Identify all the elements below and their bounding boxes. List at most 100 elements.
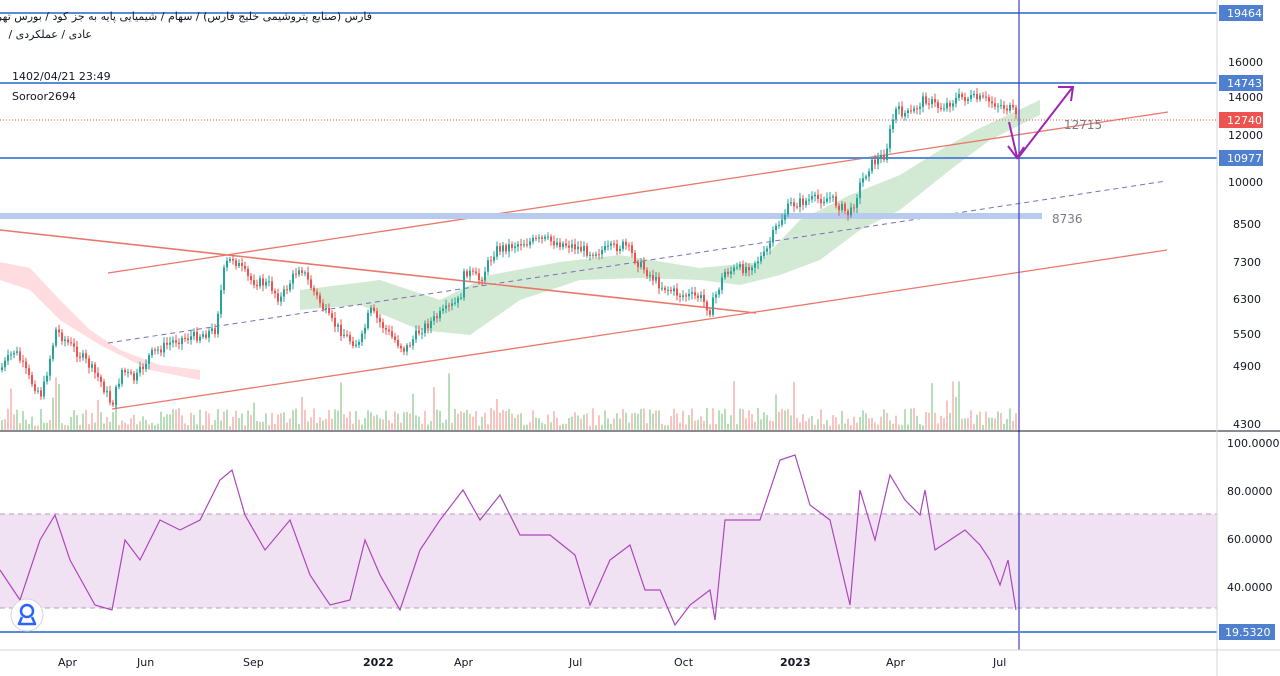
candle-body [427,323,429,329]
price-chart[interactable]: 12715 8736 16000 14000 12000 10000 8500 … [0,0,1280,676]
candle-body [103,381,105,393]
candle-body [829,197,831,199]
candle-body [253,280,255,285]
candle-body [49,358,51,376]
candle-body [58,329,60,333]
volume-bar [508,408,510,430]
candle-body [535,237,537,239]
volume-bar [136,424,138,430]
candle-body [703,295,705,302]
candle-body [760,256,762,262]
candle-body [436,316,438,319]
candle-body [673,288,675,292]
rsi-axis[interactable]: 100.0000 80.0000 60.0000 40.0000 [1227,437,1280,594]
volume-bar [295,408,297,430]
volume-bar [250,415,252,430]
candle-body [883,155,885,160]
volume-bar [55,377,57,430]
volume-bar [16,409,18,430]
candle-body [223,267,225,291]
candle-body [133,373,135,381]
volume-bar [892,423,894,430]
volume-bar [685,424,687,430]
timestamp: 1402/04/21 23:49 [12,70,111,83]
candle-body [844,203,846,211]
volume-bar [121,420,123,430]
volume-bar [367,410,369,430]
candle-body [775,225,777,231]
volume-bar [40,409,42,430]
time-axis[interactable]: Apr Jun Sep 2022 Apr Jul Oct 2023 Apr Ju… [58,656,1006,669]
volume-bar [799,422,801,430]
volume-bar [712,408,714,430]
candle-body [388,329,390,332]
candle-body [367,312,369,328]
candle-body [763,251,765,257]
volume-bar [436,409,438,430]
candle-body [130,371,132,374]
candle-body [448,305,450,307]
volume-bar [724,408,726,430]
time-tick: Jul [992,656,1006,669]
volume-bar [727,423,729,430]
volume-bar [562,423,564,430]
volume-bar [310,417,312,430]
candle-body [742,264,744,274]
candle-body [61,332,63,341]
candle-body [244,265,246,269]
candle-body [145,363,147,370]
candle-body [424,323,426,334]
candle-body [316,291,318,296]
candle-body [670,289,672,292]
volume-bar [388,420,390,430]
volume-bar [304,410,306,430]
candle-body [469,270,471,277]
volume-bar [721,413,723,430]
candle-body [949,102,951,107]
volume-bar [301,396,303,430]
volume-bar [634,412,636,430]
volume-bar [277,414,279,430]
volume-bar [607,418,609,430]
rsi-tick: 60.0000 [1227,533,1273,546]
candle-body [496,246,498,257]
volume-bar [655,410,657,430]
volume-bar [412,393,414,430]
candle-body [466,271,468,277]
candle-body [664,287,666,291]
volume-bar [946,400,948,430]
volume-bar [157,423,159,430]
volume-bar [814,424,816,430]
volume-bar [817,419,819,430]
candle-body [946,102,948,109]
candle-body [679,295,681,297]
volume-bar [103,423,105,430]
volume-bar [580,418,582,430]
candle-body [280,296,282,302]
volume-bar [337,410,339,430]
rsi-tick: 40.0000 [1227,581,1273,594]
candle-body [907,110,909,113]
volume-bar [169,414,171,430]
candle-body [445,305,447,309]
volume-bar [49,420,51,430]
candle-body [769,242,771,249]
candle-body [814,194,816,197]
volume-bar [535,417,537,430]
volume-bar [223,411,225,430]
volume-bar [118,425,120,430]
volume-bar [475,411,477,430]
volume-bar [160,411,162,430]
volume-bar [877,424,879,430]
candle-body [850,207,852,216]
volume-bar [385,410,387,430]
volume-bar [691,408,693,430]
candle-body [181,338,183,345]
tradingview-logo-icon[interactable] [10,598,44,632]
volume-bar [379,418,381,430]
volume-bar [1015,413,1017,430]
volume-bar [4,419,6,430]
candle-body [283,289,285,297]
candle-body [379,317,381,323]
candle-body [553,241,555,246]
